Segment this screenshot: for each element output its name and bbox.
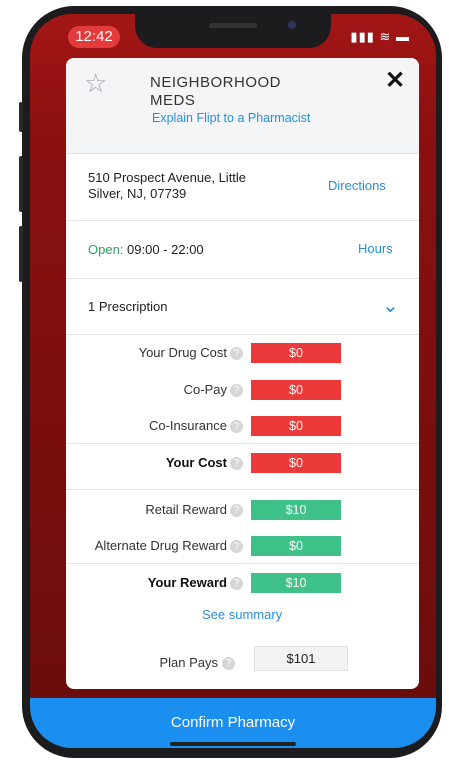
chevron-down-icon[interactable]: ⌄ <box>382 293 399 318</box>
divider <box>66 489 419 490</box>
info-icon[interactable]: ? <box>230 420 243 433</box>
drug-cost-value: $0 <box>251 343 341 363</box>
info-icon[interactable]: ? <box>230 577 243 590</box>
home-indicator[interactable] <box>170 742 296 746</box>
notch <box>135 14 331 48</box>
pharmacy-name: NEIGHBORHOOD MEDS <box>150 74 282 109</box>
address-row: 510 Prospect Avenue, Little Silver, NJ, … <box>66 154 419 221</box>
drug-cost-label: Your Drug Cost <box>138 345 227 360</box>
favorite-star-icon[interactable]: ☆ <box>84 70 107 96</box>
explain-link[interactable]: Explain Flipt to a Pharmacist <box>152 111 310 125</box>
retail-reward-label: Retail Reward <box>145 502 227 517</box>
confirm-pharmacy-button[interactable]: Confirm Pharmacy <box>30 698 436 748</box>
divider <box>66 443 419 444</box>
coinsurance-value: $0 <box>251 416 341 436</box>
alternate-reward-label: Alternate Drug Reward <box>94 538 227 553</box>
speaker <box>209 23 257 28</box>
info-icon[interactable]: ? <box>230 540 243 553</box>
card-header: ☆ NEIGHBORHOOD MEDS Explain Flipt to a P… <box>66 58 419 154</box>
info-icon[interactable]: ? <box>230 347 243 360</box>
divider <box>66 563 419 564</box>
see-summary-link[interactable]: See summary <box>202 607 282 622</box>
your-cost-label: Your Cost <box>165 455 227 470</box>
hours-text: 09:00 - 22:00 <box>127 242 204 257</box>
volume-up-button <box>19 156 23 212</box>
info-icon[interactable]: ? <box>230 384 243 397</box>
retail-reward-value: $10 <box>251 500 341 520</box>
camera-icon <box>288 21 296 29</box>
info-icon[interactable]: ? <box>230 504 243 517</box>
hours-link[interactable]: Hours <box>358 241 393 256</box>
hours-line: Open: 09:00 - 22:00 <box>88 242 204 257</box>
info-icon[interactable]: ? <box>222 657 235 670</box>
hours-row: Open: 09:00 - 22:00 Hours <box>66 221 419 279</box>
screen: 12:42 ▮▮▮ ≋ ▬ ☆ NEIGHBORHOOD MEDS Explai… <box>30 14 436 748</box>
status-icons: ▮▮▮ ≋ ▬ <box>350 29 410 44</box>
copay-label: Co-Pay <box>183 382 227 397</box>
your-reward-value: $10 <box>251 573 341 593</box>
coinsurance-label: Co-Insurance <box>148 418 227 433</box>
directions-link[interactable]: Directions <box>328 178 386 193</box>
copay-value: $0 <box>251 380 341 400</box>
close-icon[interactable]: ✕ <box>385 66 405 95</box>
volume-down-button <box>19 226 23 282</box>
prescription-label: 1 Prescription <box>88 299 168 314</box>
alternate-reward-value: $0 <box>251 536 341 556</box>
mute-switch <box>19 102 23 132</box>
open-label: Open: <box>88 242 124 257</box>
plan-pays-value: $101 <box>254 646 348 671</box>
prescription-row[interactable]: 1 Prescription ⌄ <box>66 279 419 335</box>
your-cost-value: $0 <box>251 453 341 473</box>
your-reward-label: Your Reward <box>147 575 227 590</box>
pharmacy-card: ☆ NEIGHBORHOOD MEDS Explain Flipt to a P… <box>66 58 419 689</box>
address-text: 510 Prospect Avenue, Little Silver, NJ, … <box>88 170 247 201</box>
plan-pays-label: Plan Pays <box>159 655 218 670</box>
status-time: 12:42 <box>68 26 120 48</box>
info-icon[interactable]: ? <box>230 457 243 470</box>
